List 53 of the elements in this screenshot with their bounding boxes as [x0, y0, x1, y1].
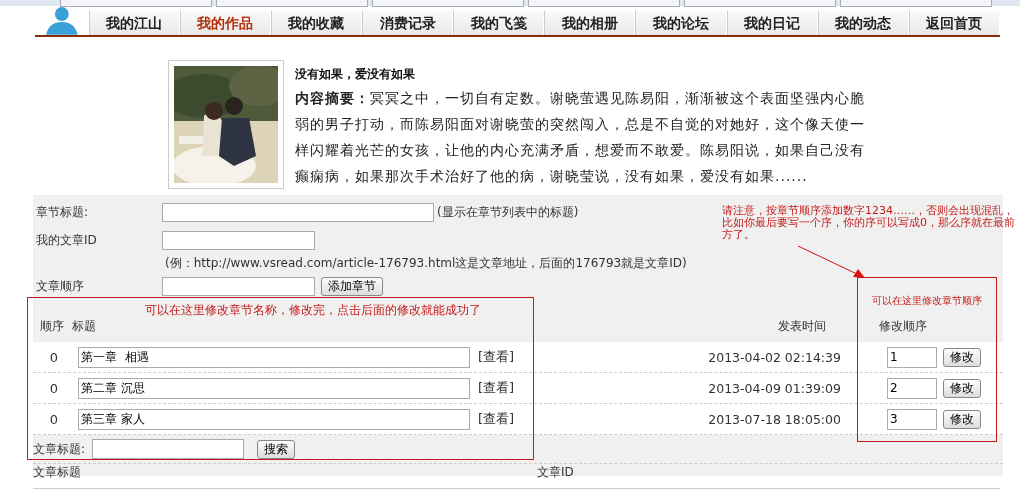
nav-tab[interactable]: 我的收藏 [270, 11, 362, 35]
chapter-title-field[interactable]: 第二章 沉思 [78, 377, 470, 399]
annotation-note: 请注意，按章节顺序添加数字1234……，否则会出现混乱，比如你最后要写一个序，你的序可以写成0，那么序就在最前方了。 [722, 205, 1016, 241]
view-link[interactable]: [查看] [478, 379, 538, 397]
column-header: 文章ID [537, 464, 574, 481]
article-id-field[interactable] [162, 230, 315, 250]
nav-tab[interactable]: 我的动态 [817, 11, 908, 35]
nav-tab[interactable]: 我的江山 [88, 11, 179, 35]
date-cell-text: 2013-04-09 01:39:09 [707, 380, 841, 396]
chapter-title-field[interactable]: 第三章 家人 [78, 408, 470, 430]
field-hint: (显示在章节列表中的标题) [437, 203, 579, 221]
order-field[interactable]: 2 [887, 377, 937, 399]
view-link[interactable]: [查看] [478, 348, 538, 366]
nav-tab[interactable]: 我的论坛 [635, 11, 726, 35]
order-field[interactable] [162, 276, 315, 296]
search-button[interactable]: 搜索 [257, 439, 296, 459]
nav-tab[interactable]: 我的飞笺 [453, 11, 544, 35]
annotation-arrow [797, 245, 867, 279]
edit-button[interactable]: 修改 [943, 378, 981, 398]
search-field[interactable] [92, 439, 245, 459]
column-header: 修改顺序 [879, 317, 927, 335]
edit-button[interactable]: 修改 [943, 409, 981, 429]
chapter-title-field[interactable] [162, 202, 434, 222]
annotation-text: 可以在这里修改章节名称，修改完，点击后面的修改就能成功了 [145, 302, 481, 319]
user-icon [43, 5, 81, 35]
example-hint: (例：http://www.vsread.com/article-176793.html这是文章地址，后面的176793就是文章ID) [165, 254, 687, 272]
add-chapter-button[interactable]: 添加章节 [321, 276, 383, 296]
field-label: 章节标题: [36, 203, 90, 221]
field-label: 文章顺序 [36, 277, 85, 295]
order-field[interactable]: 1 [887, 346, 937, 368]
nav-tab[interactable]: 我的日记 [726, 11, 817, 35]
column-header: 标题 [72, 317, 97, 335]
view-link[interactable]: [查看] [478, 410, 538, 428]
date-cell-text: 2013-07-18 18:05:00 [707, 411, 841, 427]
column-header: 顺序 [40, 317, 65, 335]
field-label: 我的文章ID [36, 231, 98, 249]
column-header: 发表时间 [778, 317, 827, 335]
book-summary: 内容摘要：冥冥之中，一切自有定数。谢晓萤遇见陈易阳，渐渐被这个表面坚强内心脆弱的男子打动，而陈易阳面对谢晓萤的突然闯入，总是不自觉的对她好，这个像天使一样闪耀着光芒的女孩，让他的内心充满矛盾，想爱而不敢爱。陈易阳说，如果自己没有癫痫病，如果那次手术治好了他的病，谢晓莹说，没有如果，爱没有如果...... [295, 89, 866, 186]
nav-tab[interactable]: 消费记录 [362, 11, 453, 35]
column-header: 文章标题 [33, 464, 82, 481]
chapter-title-field[interactable]: 第一章 相遇 [78, 346, 470, 368]
order-cell-text: 0 [48, 411, 60, 427]
search-label: 文章标题: [33, 440, 86, 458]
book-title: 没有如果，爱没有如果 [295, 66, 416, 83]
nav-tab[interactable]: 我的作品 [179, 11, 270, 35]
nav-tab[interactable]: 我的相册 [544, 11, 635, 35]
edit-button[interactable]: 修改 [943, 347, 981, 367]
order-cell-text: 0 [48, 349, 60, 365]
order-cell-text: 0 [48, 380, 60, 396]
date-cell-text: 2013-04-02 02:14:39 [707, 349, 841, 365]
annotation-text: 可以在这里修改章节顺序 [872, 294, 982, 308]
order-field[interactable]: 3 [887, 408, 937, 430]
nav-tab[interactable]: 返回首页 [908, 11, 1000, 35]
